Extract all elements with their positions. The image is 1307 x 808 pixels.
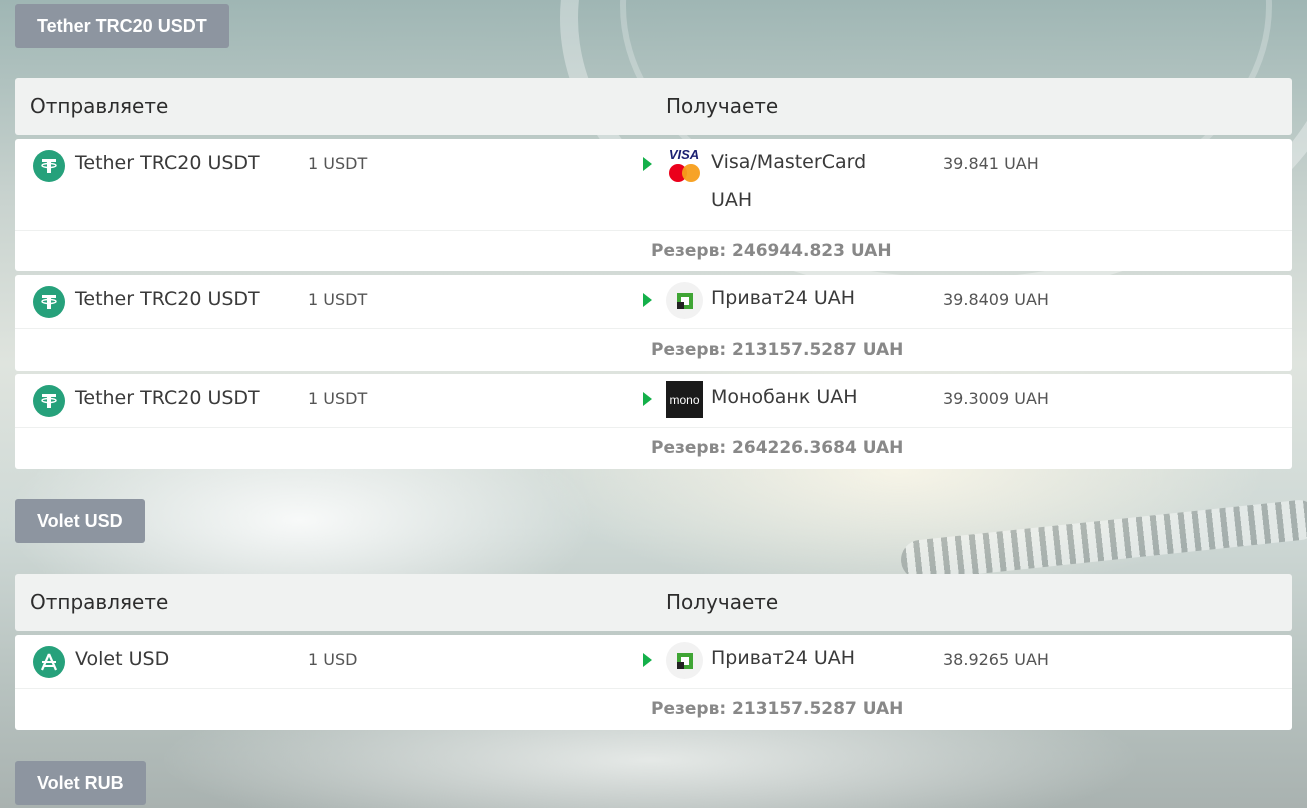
reserve-amount: Резерв: 213157.5287 UAH	[651, 699, 904, 719]
to-currency-name: Visa/MasterCard UAH	[711, 151, 867, 211]
visa-logo-text: VISA	[669, 147, 699, 162]
send-column-header: Отправляете	[30, 94, 169, 118]
from-currency-name: Tether TRC20 USDT	[75, 288, 260, 310]
volet-icon	[33, 646, 65, 678]
arrow-right-icon	[643, 653, 652, 667]
privat24-icon	[666, 642, 703, 679]
to-amount: 38.9265 UAH	[943, 650, 1049, 669]
visa-mastercard-icon: VISA	[666, 146, 703, 183]
background-banknote-decoration	[899, 498, 1307, 582]
privat24-icon	[666, 282, 703, 319]
tether-icon	[33, 385, 65, 417]
arrow-right-icon	[643, 293, 652, 307]
to-currency-name: Приват24 UAH	[711, 287, 856, 309]
to-currency-name: Приват24 UAH	[711, 647, 856, 669]
table-header: Отправляете Получаете	[15, 78, 1292, 135]
reserve-amount: Резерв: 213157.5287 UAH	[651, 340, 904, 360]
exchange-row[interactable]: Tether TRC20 USDT 1 USDT mono Монобанк U…	[15, 374, 1292, 469]
from-currency-name: Volet USD	[75, 648, 170, 670]
row-divider	[15, 427, 1292, 428]
reserve-amount: Резерв: 246944.823 UAH	[651, 241, 892, 261]
from-currency-name: Tether TRC20 USDT	[75, 387, 260, 409]
to-currency-name: Монобанк UAH	[711, 386, 858, 408]
row-divider	[15, 230, 1292, 231]
section-tag-volet-rub[interactable]: Volet RUB	[15, 761, 146, 805]
send-column-header: Отправляете	[30, 590, 169, 614]
section-tag-volet-usd[interactable]: Volet USD	[15, 499, 145, 543]
from-amount: 1 USDT	[308, 154, 368, 173]
receive-column-header: Получаете	[666, 590, 779, 614]
monobank-logo-text: mono	[666, 381, 703, 418]
arrow-right-icon	[643, 392, 652, 406]
to-amount: 39.3009 UAH	[943, 389, 1049, 408]
exchange-row[interactable]: Tether TRC20 USDT 1 USDT VISA Visa/Maste…	[15, 139, 1292, 271]
from-currency-name: Tether TRC20 USDT	[75, 152, 260, 174]
row-divider	[15, 328, 1292, 329]
arrow-right-icon	[643, 157, 652, 171]
tether-icon	[33, 286, 65, 318]
to-amount: 39.841 UAH	[943, 154, 1039, 173]
from-amount: 1 USD	[308, 650, 358, 669]
monobank-icon: mono	[666, 381, 703, 418]
reserve-amount: Резерв: 264226.3684 UAH	[651, 438, 904, 458]
exchange-row[interactable]: Tether TRC20 USDT 1 USDT Приват24 UAH 39…	[15, 275, 1292, 371]
row-divider	[15, 688, 1292, 689]
from-amount: 1 USDT	[308, 389, 368, 408]
receive-column-header: Получаете	[666, 94, 779, 118]
tether-icon	[33, 150, 65, 182]
table-header: Отправляете Получаете	[15, 574, 1292, 631]
section-tag-tether-trc20-usdt[interactable]: Tether TRC20 USDT	[15, 4, 229, 48]
exchange-row[interactable]: Volet USD 1 USD Приват24 UAH 38.9265 UAH…	[15, 635, 1292, 730]
from-amount: 1 USDT	[308, 290, 368, 309]
to-amount: 39.8409 UAH	[943, 290, 1049, 309]
